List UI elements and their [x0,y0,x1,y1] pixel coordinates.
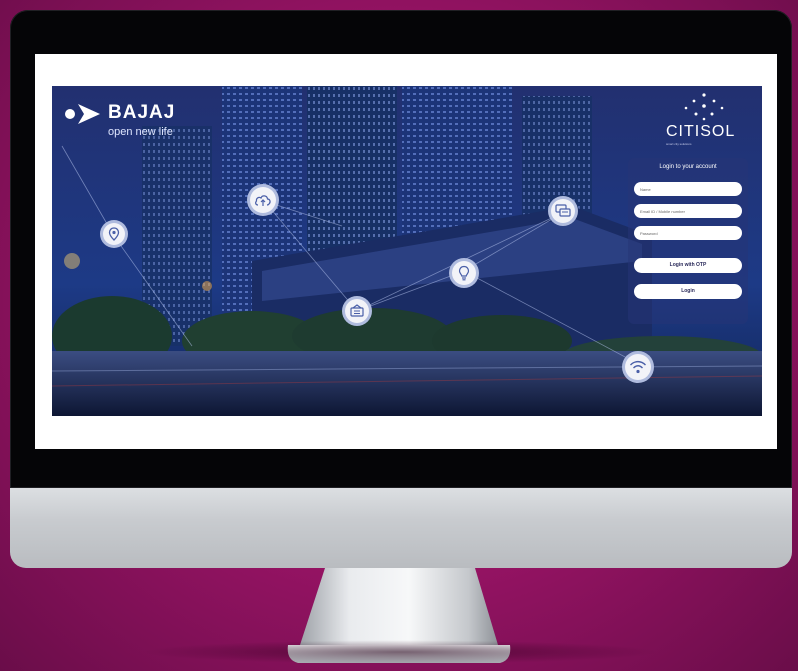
cloud-upload-icon [247,184,279,216]
chat-icon [548,196,578,226]
brand-name: BAJAJ [108,102,176,123]
wifi-icon [622,351,654,383]
monitor-screen: BAJAJ open new life CITISOL smart city s… [35,54,777,449]
login-button[interactable]: Login [634,284,742,299]
network-hub-icon [342,296,372,326]
bajaj-mark-icon [65,104,100,124]
login-with-otp-button[interactable]: Login with OTP [634,258,742,273]
lightbulb-icon [449,258,479,288]
login-page: BAJAJ open new life CITISOL smart city s… [52,86,762,416]
monitor-chin [10,488,792,568]
stand-shadow [140,640,660,664]
bajaj-logo: BAJAJ open new life [64,100,214,140]
email-mobile-input[interactable] [634,204,742,218]
brand-tagline: open new life [108,126,173,138]
name-input[interactable] [634,182,742,196]
partner-subtitle: smart city solutions [666,142,692,146]
citisol-dots-icon [684,93,724,121]
login-panel: Login to your account Login with OTP Log… [628,158,748,324]
citisol-logo: CITISOL smart city solutions [662,92,757,147]
login-title: Login to your account [659,164,717,170]
password-input[interactable] [634,226,742,240]
partner-name: CITISOL [666,123,736,140]
location-pin-icon [100,220,128,248]
